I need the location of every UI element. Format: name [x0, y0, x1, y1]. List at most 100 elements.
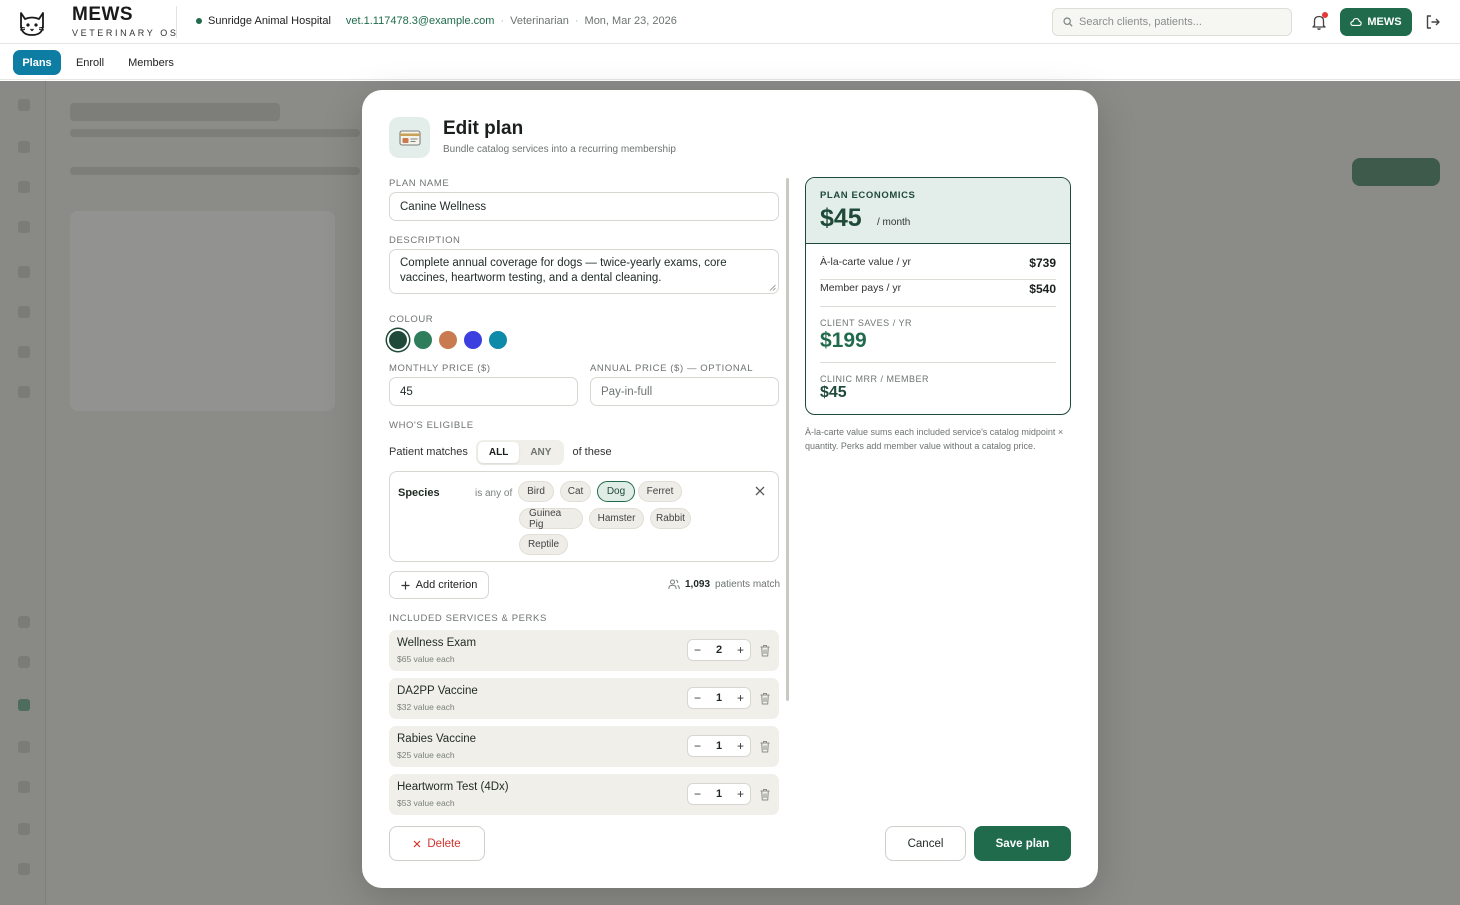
- species-chip-hamster[interactable]: Hamster: [589, 508, 644, 529]
- add-criterion-button[interactable]: Add criterion: [389, 571, 489, 599]
- quantity-value: 1: [715, 740, 723, 752]
- of-these-text: of these: [572, 446, 612, 458]
- alacarte-row: À-la-carte value / yr $739: [820, 256, 1056, 270]
- annual-price-label: ANNUAL PRICE ($) — OPTIONAL: [590, 363, 754, 374]
- service-name: Wellness Exam: [397, 637, 477, 649]
- quantity-stepper: − 2 +: [687, 639, 751, 661]
- member-pays-row: Member pays / yr $540: [820, 282, 1056, 296]
- patients-match-count: 1,093 patients match: [668, 579, 780, 590]
- background-nav-icon: [18, 306, 30, 318]
- increment-button[interactable]: +: [737, 739, 744, 753]
- decrement-button[interactable]: −: [694, 643, 701, 657]
- economics-monthly-price: $45: [820, 204, 862, 232]
- background-nav-icon: [18, 863, 30, 875]
- member-pays-label: Member pays / yr: [820, 282, 902, 294]
- modal-title: Edit plan: [443, 118, 524, 139]
- save-plan-button[interactable]: Save plan: [974, 826, 1071, 861]
- trash-icon[interactable]: [759, 692, 771, 705]
- species-chip-rabbit[interactable]: Rabbit: [650, 508, 691, 529]
- trash-icon[interactable]: [759, 644, 771, 657]
- patient-matches-text: Patient matches: [389, 446, 468, 458]
- service-row: Wellness Exam $65 value each − 2 +: [389, 630, 779, 671]
- quantity-value: 1: [715, 692, 723, 704]
- species-chip-cat[interactable]: Cat: [560, 481, 591, 502]
- member-pays-value: $540: [1029, 282, 1056, 296]
- species-chip-reptile[interactable]: Reptile: [519, 534, 568, 555]
- colour-swatch[interactable]: [489, 331, 507, 349]
- plus-icon: [401, 581, 410, 589]
- colour-swatch[interactable]: [439, 331, 457, 349]
- brand: MEWS VETERINARY OS: [72, 5, 179, 38]
- decrement-button[interactable]: −: [694, 739, 701, 753]
- edit-plan-modal: Edit plan Bundle catalog services into a…: [362, 90, 1098, 888]
- match-all-option[interactable]: ALL: [477, 441, 520, 463]
- form-scrollbar[interactable]: [786, 178, 789, 701]
- account-button-label: MEWS: [1367, 16, 1402, 28]
- current-date: Mon, Mar 23, 2026: [584, 15, 677, 27]
- background-nav-icon: [18, 181, 30, 193]
- service-name: Rabies Vaccine: [397, 733, 477, 745]
- resize-handle-icon[interactable]: [769, 284, 776, 291]
- increment-button[interactable]: +: [737, 643, 744, 657]
- remove-criterion-close-icon[interactable]: [754, 485, 766, 497]
- service-value: $53 value each: [397, 798, 455, 808]
- user-role: Veterinarian: [510, 15, 569, 27]
- service-name: Heartworm Test (4Dx): [397, 781, 509, 793]
- clinic-mrr-value: $45: [820, 384, 847, 401]
- status-dot: [196, 18, 202, 24]
- annual-price-input[interactable]: Pay-in-full: [590, 377, 779, 406]
- species-chip-ferret[interactable]: Ferret: [638, 481, 682, 502]
- economics-per-month: / month: [877, 217, 911, 228]
- delete-label: Delete: [427, 837, 461, 850]
- background-nav-icon: [18, 266, 30, 278]
- account-button[interactable]: MEWS: [1340, 8, 1412, 36]
- search-input[interactable]: [1079, 16, 1279, 28]
- colour-swatch[interactable]: [389, 331, 407, 349]
- colour-swatch[interactable]: [464, 331, 482, 349]
- trash-icon[interactable]: [759, 740, 771, 753]
- monthly-price-input[interactable]: 45: [389, 377, 578, 406]
- context-bar: Sunridge Animal Hospital vet.1.117478.3@…: [196, 15, 677, 27]
- background-nav-icon: [18, 99, 30, 111]
- increment-button[interactable]: +: [737, 787, 744, 801]
- delete-button[interactable]: Delete: [389, 826, 485, 861]
- background-nav-icon: [18, 781, 30, 793]
- trash-icon[interactable]: [759, 788, 771, 801]
- background-text: [70, 129, 360, 137]
- quantity-value: 2: [715, 644, 723, 656]
- close-icon: [413, 840, 421, 847]
- quantity-stepper: − 1 +: [687, 783, 751, 805]
- service-value: $32 value each: [397, 702, 455, 712]
- tab-enroll[interactable]: Enroll: [68, 50, 112, 75]
- species-chip-dog[interactable]: Dog: [597, 481, 635, 502]
- modal-subtitle: Bundle catalog services into a recurring…: [443, 144, 676, 155]
- background-nav-icon: [18, 616, 30, 628]
- notification-badge: [1322, 12, 1328, 18]
- colour-swatch[interactable]: [414, 331, 432, 349]
- service-row: DA2PP Vaccine $32 value each − 1 +: [389, 678, 779, 719]
- logout-icon[interactable]: [1425, 14, 1441, 30]
- user-email: vet.1.117478.3@example.com: [345, 15, 495, 27]
- decrement-button[interactable]: −: [694, 787, 701, 801]
- decrement-button[interactable]: −: [694, 691, 701, 705]
- plan-name-input[interactable]: Canine Wellness: [389, 192, 779, 221]
- criterion-field[interactable]: Species: [398, 487, 440, 499]
- tab-plans[interactable]: Plans: [13, 50, 61, 75]
- background-nav-icon: [18, 141, 30, 153]
- service-row: Heartworm Test (4Dx) $53 value each − 1 +: [389, 774, 779, 815]
- match-any-option[interactable]: ANY: [519, 442, 562, 463]
- increment-button[interactable]: +: [737, 691, 744, 705]
- global-search[interactable]: [1052, 8, 1292, 36]
- patients-suffix: patients match: [715, 579, 781, 590]
- criterion-operator[interactable]: is any of: [475, 488, 512, 499]
- cancel-button[interactable]: Cancel: [885, 826, 966, 861]
- description-textarea[interactable]: Complete annual coverage for dogs — twic…: [389, 249, 779, 294]
- monthly-price-label: MONTHLY PRICE ($): [389, 363, 491, 374]
- cat-logo-icon[interactable]: [16, 7, 48, 39]
- background-text: [70, 167, 360, 175]
- species-chip-guinea-pig[interactable]: Guinea Pig: [519, 508, 583, 530]
- divider: [820, 279, 1056, 280]
- tab-members[interactable]: Members: [120, 50, 182, 75]
- species-chip-bird[interactable]: Bird: [518, 481, 554, 502]
- quantity-value: 1: [715, 788, 723, 800]
